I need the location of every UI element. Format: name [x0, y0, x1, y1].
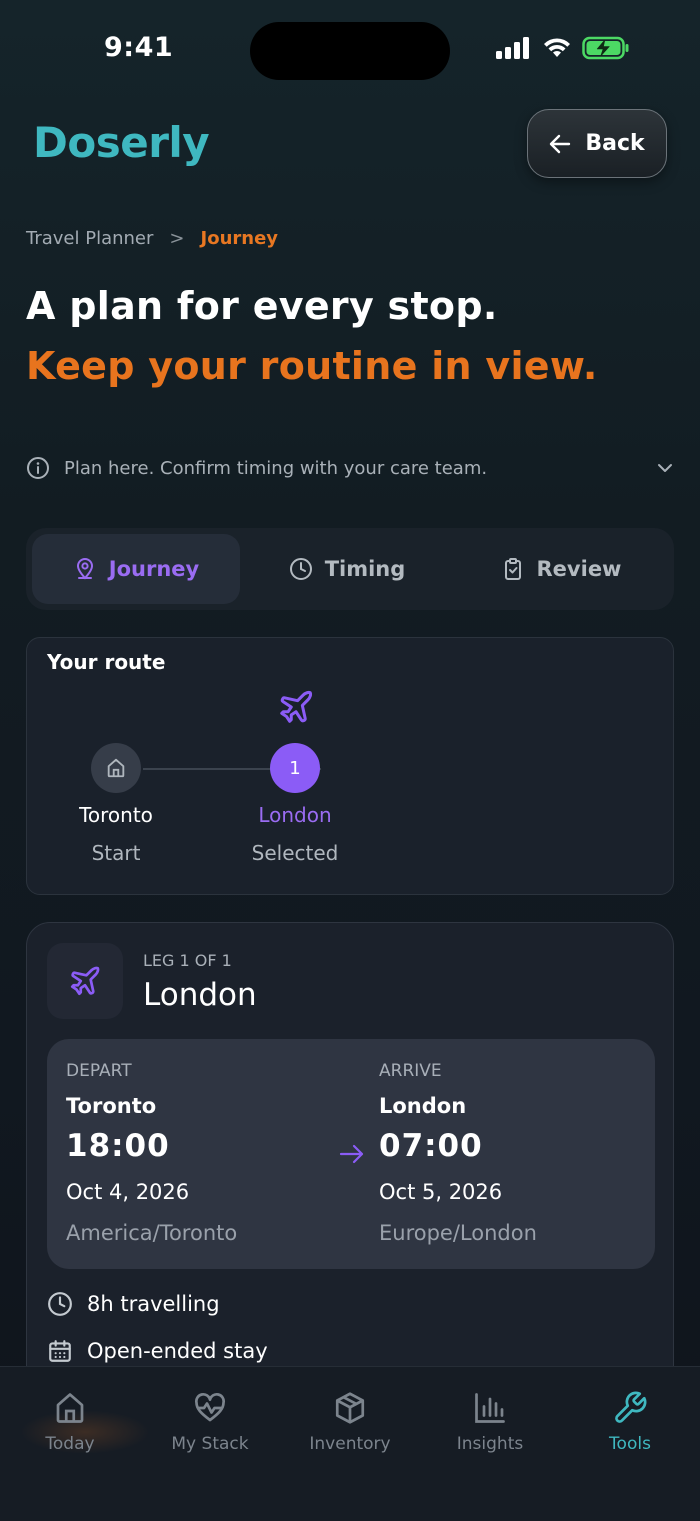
duration-text: 8h travelling	[87, 1292, 220, 1316]
nav-label: Tools	[609, 1434, 651, 1454]
leg-icon-box	[47, 943, 123, 1019]
calendar-icon	[49, 1340, 71, 1362]
map-pin-icon	[76, 558, 93, 580]
route-title: Your route	[47, 650, 166, 674]
leg-card: LEG 1 OF 1 London DEPART Toronto 18:00 O…	[26, 922, 674, 1402]
page-headline: A plan for every stop.	[26, 284, 498, 328]
travel-duration: 8h travelling	[47, 1291, 220, 1317]
arrive-date: Oct 5, 2026	[379, 1180, 503, 1204]
arrive-city: London	[379, 1094, 467, 1118]
clock-icon	[289, 558, 312, 580]
box-icon	[335, 1392, 365, 1424]
stop-marker-selected[interactable]: 1	[270, 743, 320, 793]
stop-sub-selected: Selected	[251, 841, 339, 865]
back-button-label: Back	[585, 131, 645, 156]
status-icons	[494, 36, 630, 60]
wifi-icon	[544, 38, 570, 57]
arrow-left-icon	[550, 134, 571, 153]
plane-icon	[280, 690, 313, 723]
stay-length: Open-ended stay	[47, 1338, 268, 1364]
depart-time: 18:00	[66, 1128, 170, 1164]
nav-label: My Stack	[171, 1434, 249, 1454]
planner-tabs: Journey Timing Review	[26, 528, 674, 610]
arrow-right-icon	[339, 1144, 364, 1164]
page-subheadline: Keep your routine in view.	[26, 344, 598, 388]
breadcrumb-separator: >	[169, 228, 185, 249]
tab-timing[interactable]: Timing	[240, 534, 454, 604]
stop-name-start: Toronto	[79, 803, 153, 827]
breadcrumb-current: Journey	[200, 228, 279, 249]
back-button[interactable]: Back	[527, 109, 667, 178]
nav-inventory[interactable]: Inventory	[280, 1390, 420, 1454]
stop-marker-start[interactable]	[91, 743, 141, 793]
arrive-label: ARRIVE	[379, 1061, 442, 1081]
tab-label: Timing	[324, 557, 406, 581]
nav-label: Insights	[456, 1434, 524, 1454]
leg-counter: LEG 1 OF 1	[143, 951, 232, 970]
arrive-time: 07:00	[379, 1128, 483, 1164]
plane-icon	[70, 966, 100, 996]
info-icon	[27, 457, 49, 479]
nav-insights[interactable]: Insights	[420, 1390, 560, 1454]
tab-review[interactable]: Review	[454, 534, 668, 604]
home-icon	[107, 758, 125, 778]
notice-text: Plan here. Confirm timing with your care…	[64, 457, 488, 479]
leg-destination: London	[143, 977, 257, 1013]
nav-label: Inventory	[309, 1434, 391, 1454]
breadcrumb: Travel Planner > Journey	[26, 228, 278, 249]
battery-charging-icon	[582, 36, 629, 60]
depart-date: Oct 4, 2026	[66, 1180, 190, 1204]
tab-label: Journey	[108, 557, 200, 581]
nav-my-stack[interactable]: My Stack	[140, 1390, 280, 1454]
care-team-notice[interactable]: Plan here. Confirm timing with your care…	[26, 456, 674, 480]
nav-tools[interactable]: Tools	[560, 1390, 700, 1454]
clipboard-check-icon	[504, 558, 521, 580]
bar-chart-icon	[475, 1393, 505, 1423]
brand-logo: Doserly	[33, 118, 210, 167]
wrench-icon	[615, 1391, 647, 1423]
clock-icon	[48, 1292, 72, 1316]
status-time: 9:41	[104, 32, 174, 63]
tab-journey[interactable]: Journey	[32, 534, 240, 604]
stay-text: Open-ended stay	[87, 1339, 268, 1363]
arrive-timezone: Europe/London	[379, 1221, 537, 1245]
heart-pulse-icon	[195, 1393, 225, 1422]
home-icon	[56, 1393, 84, 1423]
tab-label: Review	[536, 557, 622, 581]
breadcrumb-parent[interactable]: Travel Planner	[26, 228, 153, 249]
nav-label: Today	[45, 1434, 95, 1454]
route-card: Your route 1 Toronto Start London Select…	[26, 637, 674, 895]
leg-times-panel[interactable]: DEPART Toronto 18:00 Oct 4, 2026 America…	[47, 1039, 655, 1269]
stop-name-selected: London	[258, 803, 332, 827]
depart-label: DEPART	[66, 1061, 132, 1081]
depart-timezone: America/Toronto	[66, 1221, 238, 1245]
signal-icon	[496, 37, 529, 59]
stop-sub-start: Start	[91, 841, 141, 865]
dynamic-island	[250, 22, 450, 80]
nav-today[interactable]: Today	[0, 1390, 140, 1454]
depart-city: Toronto	[66, 1094, 157, 1118]
chevron-down-icon	[658, 464, 672, 472]
